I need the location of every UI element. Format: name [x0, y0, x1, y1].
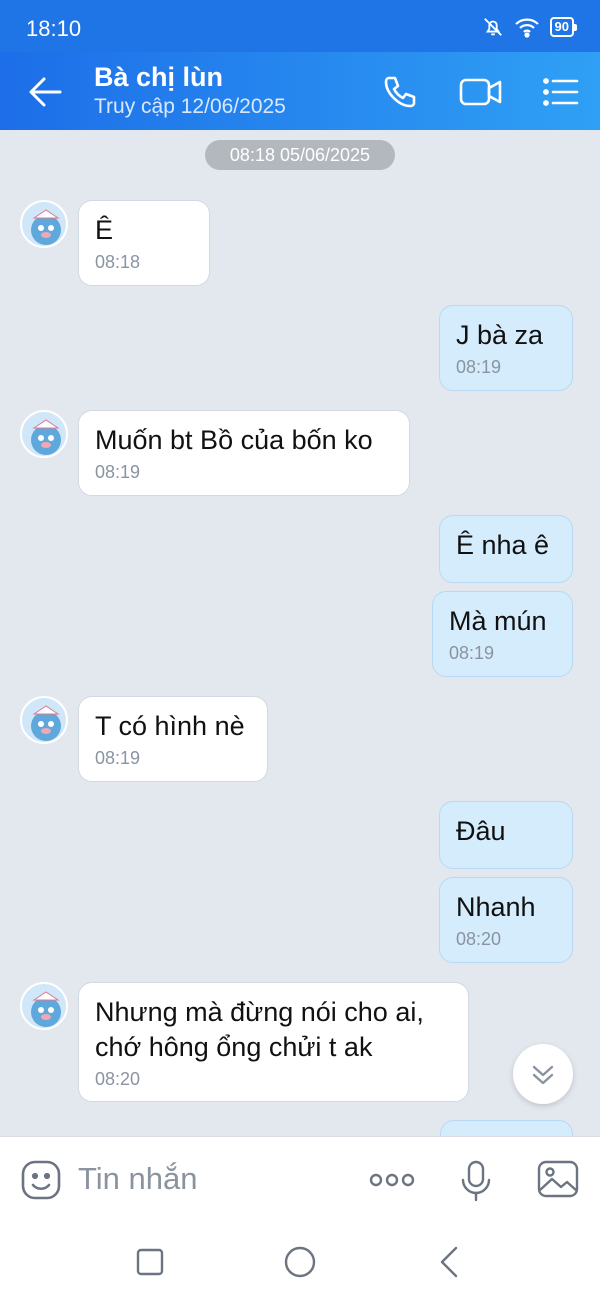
message-time: 08:20: [456, 929, 502, 949]
list-menu-icon[interactable]: [540, 72, 580, 112]
message-bubble-incoming[interactable]: Muốn bt Bồ của bốn ko 08:19: [78, 410, 410, 496]
message-text: Ê: [95, 215, 114, 245]
status-icons: 90: [482, 16, 578, 38]
message-composer: Tin nhắn: [0, 1136, 600, 1224]
emoji-icon[interactable]: [20, 1159, 62, 1201]
avatar[interactable]: [20, 696, 68, 744]
message-list[interactable]: 08:18 05/06/2025 Ê 08:18 J bà za 08:19 M…: [0, 130, 600, 1136]
status-bar: 18:10 90: [0, 0, 600, 52]
system-nav-bar: [0, 1224, 600, 1300]
bell-off-icon: [483, 18, 502, 36]
home-icon[interactable]: [280, 1242, 320, 1282]
phone-icon[interactable]: [380, 72, 420, 112]
video-camera-icon[interactable]: [458, 72, 504, 112]
message-time: 08:19: [456, 357, 502, 377]
last-seen-status: Truy cập 12/06/2025: [94, 95, 286, 118]
back-icon[interactable]: [430, 1242, 470, 1282]
microphone-icon[interactable]: [458, 1159, 494, 1203]
message-bubble-outgoing[interactable]: Mà mún 08:19: [432, 591, 573, 677]
message-bubble-incoming[interactable]: T có hình nè 08:19: [78, 696, 268, 782]
message-text: J bà za: [456, 320, 544, 350]
scroll-to-bottom-button[interactable]: [513, 1044, 573, 1104]
message-input[interactable]: Tin nhắn: [78, 1161, 198, 1197]
avatar-image-icon: [31, 209, 61, 245]
image-icon[interactable]: [536, 1159, 580, 1199]
message-time: 08:19: [95, 462, 141, 482]
message-text: Mà mún: [449, 606, 547, 636]
avatar[interactable]: [20, 982, 68, 1030]
contact-name[interactable]: Bà chị lùn: [94, 62, 223, 93]
wifi-icon: [514, 18, 539, 38]
message-bubble-outgoing[interactable]: Đâu: [439, 801, 573, 869]
chat-header: Bà chị lùn Truy cập 12/06/2025: [0, 52, 600, 130]
message-bubble-incoming[interactable]: Ê 08:18: [78, 200, 210, 286]
avatar-image-icon: [31, 419, 61, 455]
message-time: 08:19: [449, 643, 495, 663]
message-bubble-outgoing[interactable]: J bà za 08:19: [439, 305, 573, 391]
avatar-image-icon: [31, 991, 61, 1027]
message-bubble-outgoing-partial[interactable]: [440, 1120, 573, 1136]
message-text: Đâu: [456, 816, 506, 846]
date-divider: 08:18 05/06/2025: [205, 140, 395, 170]
message-time: 08:20: [95, 1069, 141, 1089]
message-bubble-outgoing[interactable]: Ê nha ê: [439, 515, 573, 583]
avatar-image-icon: [31, 705, 61, 741]
recent-apps-icon[interactable]: [130, 1242, 170, 1282]
message-text: Nhưng mà đừng nói cho ai, chớ hông ổng c…: [95, 997, 424, 1062]
arrow-left-icon[interactable]: [26, 74, 66, 110]
chevron-double-down-icon: [532, 1065, 554, 1085]
message-text: Nhanh: [456, 892, 536, 922]
avatar[interactable]: [20, 410, 68, 458]
message-time: 08:18: [95, 252, 141, 272]
message-bubble-outgoing[interactable]: Nhanh 08:20: [439, 877, 573, 963]
battery-indicator: 90: [549, 17, 578, 37]
message-bubble-incoming[interactable]: Nhưng mà đừng nói cho ai, chớ hông ổng c…: [78, 982, 469, 1102]
avatar[interactable]: [20, 200, 68, 248]
message-time: 08:19: [95, 748, 141, 768]
status-time: 18:10: [26, 16, 82, 41]
message-text: Ê nha ê: [456, 530, 550, 560]
message-text: T có hình nè: [95, 711, 245, 741]
message-text: Muốn bt Bồ của bốn ko: [95, 425, 373, 455]
more-dots-icon[interactable]: [368, 1167, 416, 1193]
